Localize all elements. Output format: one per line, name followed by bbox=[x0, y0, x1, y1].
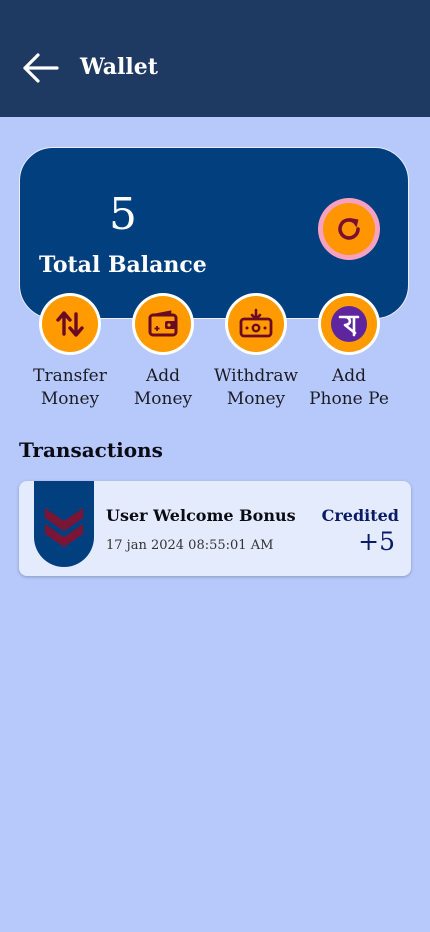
transaction-time: 17 jan 2024 08:55:01 AM bbox=[106, 538, 274, 553]
transaction-amount: +5 bbox=[358, 527, 395, 556]
add-money-button[interactable]: Add Money bbox=[113, 293, 213, 411]
wallet-add-icon bbox=[148, 310, 178, 337]
refresh-button[interactable] bbox=[318, 198, 380, 260]
back-button[interactable] bbox=[20, 50, 60, 86]
add-phonepe-label: Add Phone Pe bbox=[309, 366, 389, 409]
add-money-label: Add Money bbox=[133, 366, 193, 409]
balance-label: Total Balance bbox=[39, 252, 207, 278]
arrow-left-icon bbox=[23, 53, 59, 83]
withdraw-money-button[interactable]: Withdraw Money bbox=[206, 293, 306, 411]
swap-vertical-icon bbox=[56, 311, 84, 337]
transaction-item[interactable]: User Welcome Bonus 17 jan 2024 08:55:01 … bbox=[19, 481, 411, 576]
transaction-status: Credited bbox=[321, 506, 399, 525]
app-bar: Wallet bbox=[0, 0, 430, 117]
page-title: Wallet bbox=[80, 54, 158, 80]
transactions-heading: Transactions bbox=[19, 438, 163, 462]
add-phonepe-button[interactable]: Add Phone Pe bbox=[299, 293, 399, 411]
transfer-money-button[interactable]: Transfer Money bbox=[20, 293, 120, 411]
cash-withdraw-icon bbox=[239, 308, 273, 338]
refresh-icon bbox=[338, 218, 360, 240]
phonepe-icon bbox=[331, 306, 367, 342]
withdraw-money-label: Withdraw Money bbox=[213, 366, 299, 409]
double-chevron-down-icon bbox=[34, 481, 94, 567]
transfer-money-label: Transfer Money bbox=[33, 366, 107, 409]
transaction-name: User Welcome Bonus bbox=[106, 506, 296, 525]
balance-amount: 5 bbox=[109, 189, 137, 240]
